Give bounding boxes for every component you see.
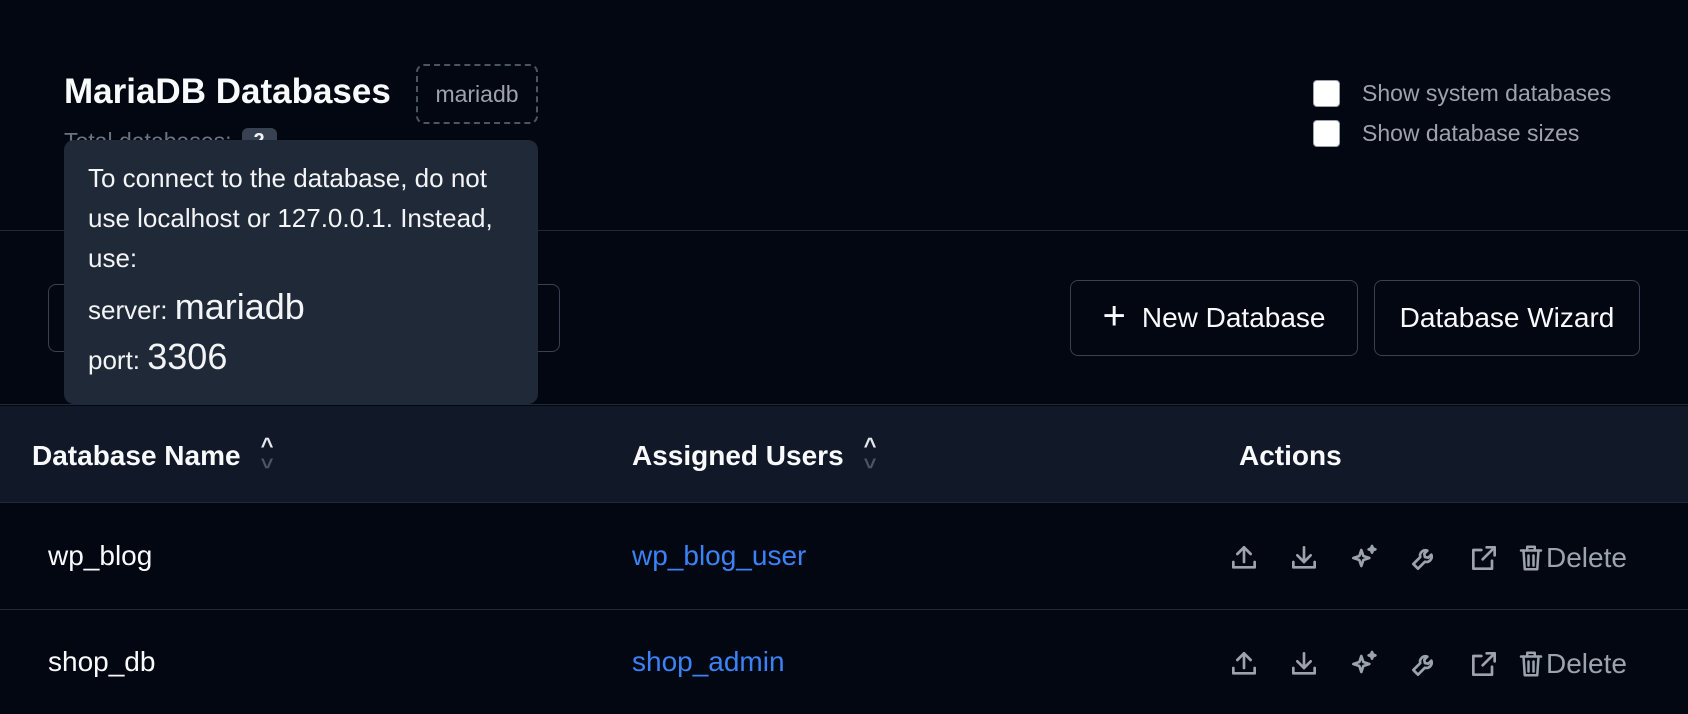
table-header: Database Name ^ ^ Assigned Users ^ ^ Actio… [0,406,1688,503]
delete-label: Delete [1546,542,1627,573]
show-sizes-checkbox[interactable] [1313,120,1340,147]
server-value: mariadb [174,286,305,327]
table-row: shop_db shop_admin Delete [0,610,1688,714]
upload-icon[interactable] [1214,644,1274,684]
column-database-name-label: Database Name [32,440,241,471]
row-actions: Delete [1214,644,1627,684]
trash-icon [1519,651,1543,677]
tooltip-server: server: mariadb [88,286,514,328]
trash-icon [1519,545,1543,571]
sparkles-icon[interactable] [1334,644,1394,684]
delete-button[interactable]: Delete [1516,648,1627,680]
download-icon[interactable] [1274,644,1334,684]
column-actions: Actions [1239,440,1342,471]
show-system-databases-toggle[interactable]: Show system databases [1313,80,1611,107]
server-label: server: [88,295,168,325]
tooltip-message: To connect to the database, do not use l… [88,163,493,273]
delete-label: Delete [1546,648,1627,679]
show-system-label: Show system databases [1362,80,1612,106]
external-link-icon[interactable] [1454,538,1514,578]
wrench-icon[interactable] [1394,644,1454,684]
database-wizard-button[interactable]: Database Wizard [1374,280,1640,356]
show-sizes-label: Show database sizes [1362,120,1580,146]
wrench-icon[interactable] [1394,538,1454,578]
column-assigned-users-label: Assigned Users [632,440,844,471]
database-name: shop_db [48,646,156,677]
engine-badge[interactable]: mariadb [416,64,538,124]
database-name: wp_blog [48,540,153,571]
column-assigned-users[interactable]: Assigned Users ^ ^ [632,435,877,474]
sparkles-icon[interactable] [1334,538,1394,578]
external-link-icon[interactable] [1454,644,1514,684]
connection-tooltip: To connect to the database, do not use l… [64,140,538,404]
assigned-user-link[interactable]: shop_admin [632,646,785,678]
port-value: 3306 [147,336,228,377]
row-actions: Delete [1214,538,1627,578]
plus-icon: + [1102,294,1126,338]
sort-icon[interactable]: ^ ^ [261,435,274,474]
download-icon[interactable] [1274,538,1334,578]
delete-button[interactable]: Delete [1516,542,1627,574]
new-database-label: New Database [1141,302,1326,333]
column-database-name[interactable]: Database Name ^ ^ [32,435,273,474]
tooltip-port: port: 3306 [88,336,514,378]
page-title: MariaDB Databases [64,72,391,111]
upload-icon[interactable] [1214,538,1274,578]
show-database-sizes-toggle[interactable]: Show database sizes [1313,120,1579,147]
sort-icon[interactable]: ^ ^ [864,435,877,474]
show-system-checkbox[interactable] [1313,80,1340,107]
assigned-user-link[interactable]: wp_blog_user [632,540,806,572]
new-database-button[interactable]: + New Database [1070,280,1358,356]
table-row: wp_blog wp_blog_user Delete [0,504,1688,610]
port-label: port: [88,345,141,375]
